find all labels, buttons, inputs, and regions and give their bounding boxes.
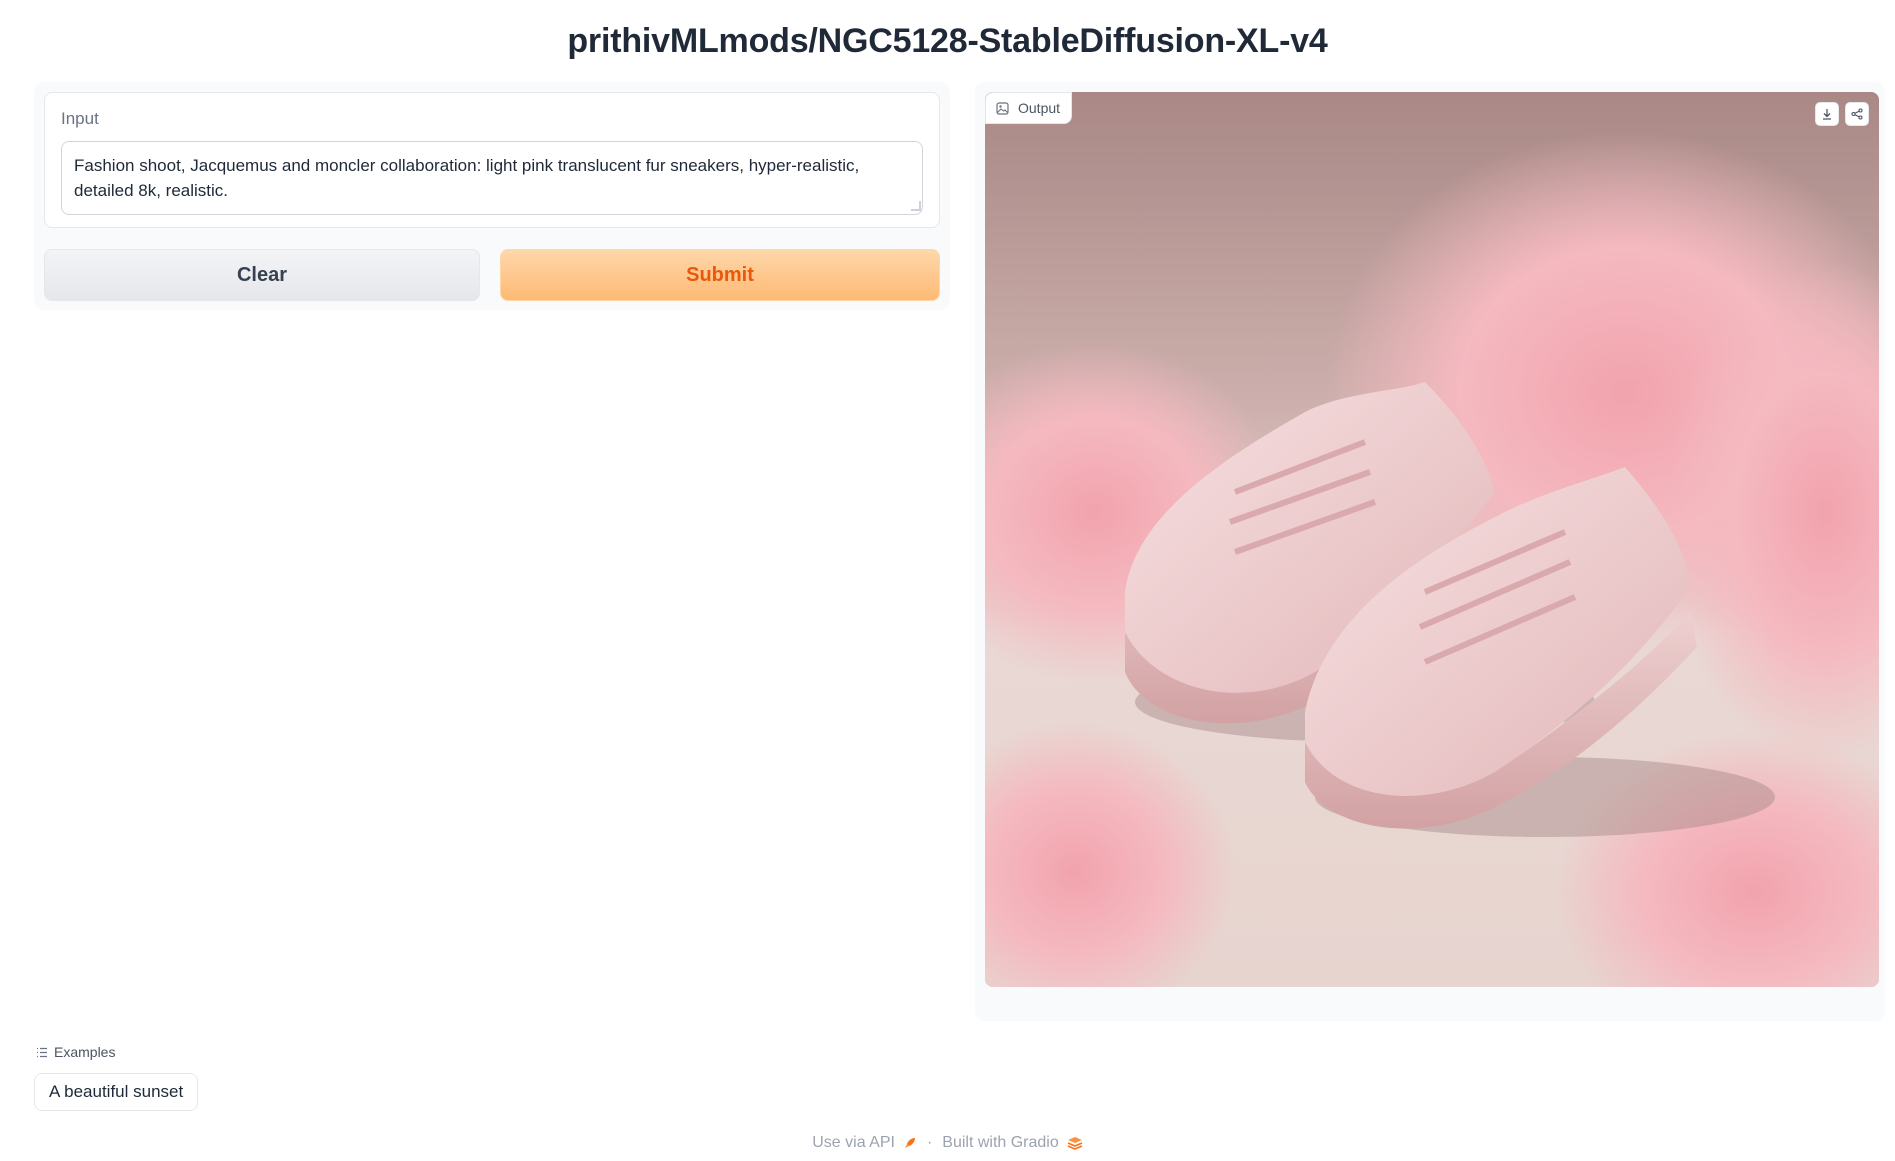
image-icon (996, 101, 1009, 115)
prompt-input-block: Input Fashion shoot, Jacquemus and moncl… (44, 92, 940, 228)
submit-button[interactable]: Submit (500, 249, 940, 301)
download-icon (1823, 109, 1831, 120)
example-item[interactable]: A beautiful sunset (34, 1073, 199, 1111)
generated-image (985, 92, 1879, 987)
prompt-textarea[interactable]: Fashion shoot, Jacquemus and moncler col… (61, 141, 923, 215)
share-button[interactable] (1845, 102, 1869, 126)
gradio-logo-icon (1067, 1137, 1083, 1150)
input-label: Input (61, 109, 99, 128)
textarea-resize-handle[interactable] (911, 201, 921, 211)
output-label: Output (1018, 100, 1061, 116)
share-icon (1851, 108, 1863, 120)
examples-header: Examples (36, 1044, 115, 1060)
output-label-tag: Output (985, 92, 1073, 124)
input-panel: Input Fashion shoot, Jacquemus and moncl… (34, 82, 950, 310)
examples-label: Examples (54, 1044, 116, 1060)
clear-button[interactable]: Clear (44, 249, 480, 301)
rocket-icon (904, 1138, 915, 1148)
output-panel: Output (975, 82, 1885, 1021)
page-title: prithivMLmods/NGC5128-StableDiffusion-XL… (567, 22, 1328, 60)
output-image-block: Output (985, 92, 1879, 987)
footer-separator: · (926, 1134, 933, 1151)
api-label: Use via API (812, 1134, 895, 1151)
download-button[interactable] (1815, 102, 1839, 126)
built-with-gradio-link[interactable]: Built with Gradio (942, 1134, 1083, 1152)
list-icon (37, 1047, 47, 1057)
built-label: Built with Gradio (942, 1134, 1059, 1151)
use-via-api-link[interactable]: Use via API (812, 1134, 917, 1152)
footer: Use via API · Built with Gradio (0, 1134, 1895, 1152)
